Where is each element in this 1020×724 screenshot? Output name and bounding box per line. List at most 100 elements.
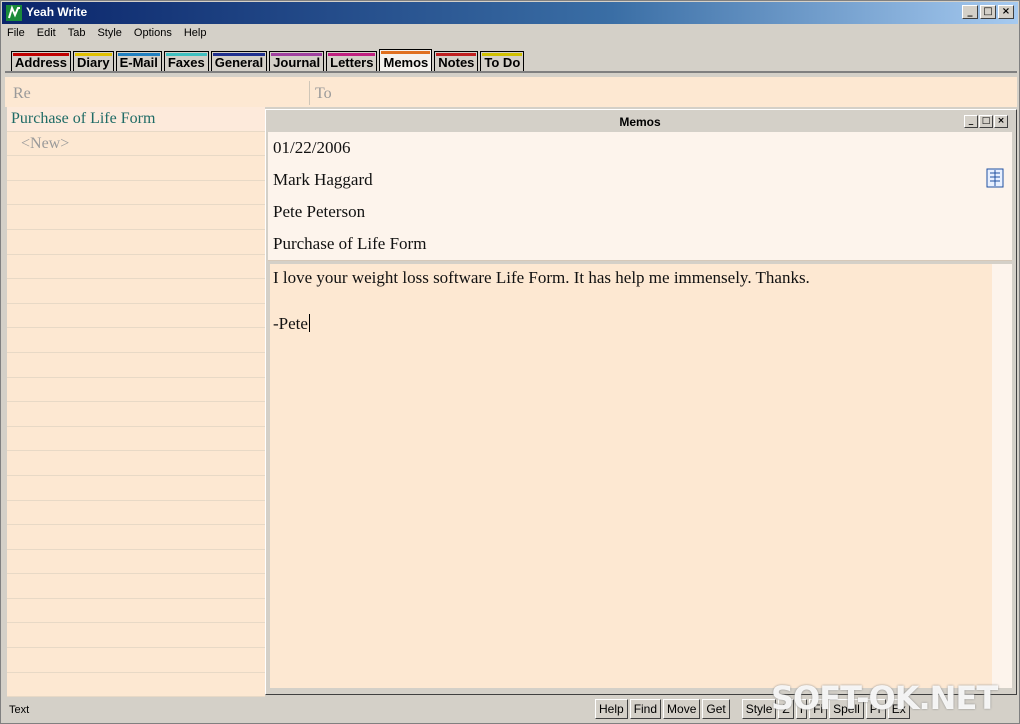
list-item-empty[interactable]: [7, 304, 265, 329]
tab-color-stripe: [212, 53, 266, 56]
column-divider[interactable]: [309, 81, 310, 105]
list-item-empty[interactable]: [7, 574, 265, 599]
fields-divider: [268, 260, 1012, 261]
child-minimize-button[interactable]: _: [964, 115, 978, 128]
tab-general[interactable]: General: [210, 51, 268, 71]
list-item-empty[interactable]: [7, 378, 265, 403]
tab-label: Journal: [273, 55, 321, 70]
list-item-empty[interactable]: [7, 476, 265, 501]
list-item-empty[interactable]: [7, 353, 265, 378]
tab-label: Memos: [383, 55, 429, 70]
tab-label: Letters: [330, 55, 374, 70]
move-button[interactable]: Move: [663, 699, 701, 719]
close-button[interactable]: ×: [998, 5, 1014, 19]
list-item-empty[interactable]: [7, 648, 265, 673]
tab-color-stripe: [436, 53, 477, 56]
list-item-new[interactable]: <New>: [7, 132, 265, 157]
tab-faxes[interactable]: Faxes: [163, 51, 209, 71]
minimize-button[interactable]: _: [962, 5, 978, 19]
help-button[interactable]: Help: [595, 699, 628, 719]
memos-title-bar[interactable]: Memos _ □ ×: [268, 112, 1012, 132]
subject-field[interactable]: Purchase of Life Form: [273, 234, 426, 254]
list-item-selected[interactable]: Purchase of Life Form: [7, 107, 265, 132]
document-list: Purchase of Life Form <New>: [7, 107, 265, 697]
tab-address[interactable]: Address: [11, 51, 72, 71]
editor-margin: [992, 264, 1012, 688]
menu-style[interactable]: Style: [97, 27, 121, 39]
menu-tab[interactable]: Tab: [68, 27, 86, 39]
menu-edit[interactable]: Edit: [37, 27, 56, 39]
tab-divider: [5, 71, 1017, 73]
child-maximize-button[interactable]: □: [979, 115, 993, 128]
tab-label: Diary: [77, 55, 110, 70]
memo-body-line: I love your weight loss software Life Fo…: [273, 268, 810, 287]
tab-diary[interactable]: Diary: [73, 51, 114, 71]
tab-color-stripe: [328, 53, 376, 56]
list-item-empty[interactable]: [7, 673, 265, 697]
list-header: Re To: [5, 77, 1017, 107]
list-item-empty[interactable]: [7, 279, 265, 304]
tab-todo[interactable]: To Do: [480, 51, 525, 71]
child-close-button[interactable]: ×: [994, 115, 1008, 128]
list-item-empty[interactable]: [7, 427, 265, 452]
address-book-icon[interactable]: [986, 168, 1004, 188]
tab-notes[interactable]: Notes: [434, 51, 479, 71]
tab-color-stripe: [13, 53, 70, 56]
tab-color-stripe: [482, 53, 523, 56]
tab-color-stripe: [271, 53, 323, 56]
menu-options[interactable]: Options: [134, 27, 172, 39]
tab-label: Address: [15, 55, 68, 70]
list-item-empty[interactable]: [7, 550, 265, 575]
memo-body-editor[interactable]: I love your weight loss software Life Fo…: [270, 264, 992, 688]
window-title: Yeah Write: [26, 5, 88, 19]
list-item-empty[interactable]: [7, 255, 265, 280]
tab-strip: Address Diary E-Mail Faxes General Journ…: [11, 49, 526, 71]
tab-memos[interactable]: Memos: [379, 49, 433, 71]
from-field[interactable]: Mark Haggard: [273, 170, 373, 190]
tab-label: To Do: [484, 55, 521, 70]
list-item-empty[interactable]: [7, 451, 265, 476]
memos-window-title: Memos: [619, 115, 661, 129]
date-field[interactable]: 01/22/2006: [273, 138, 350, 158]
tab-label: E-Mail: [119, 55, 158, 70]
menu-bar: File Edit Tab Style Options Help: [7, 27, 206, 39]
list-item-empty[interactable]: [7, 328, 265, 353]
app-window: Yeah Write _ □ × File Edit Tab Style Opt…: [0, 0, 1020, 724]
memo-header-fields: 01/22/2006 Mark Haggard Pete Peterson Pu…: [268, 132, 1012, 260]
re-column-header[interactable]: Re: [13, 85, 31, 103]
tab-color-stripe: [75, 53, 112, 56]
list-item-empty[interactable]: [7, 181, 265, 206]
menu-file[interactable]: File: [7, 27, 25, 39]
maximize-button[interactable]: □: [980, 5, 996, 19]
watermark-text: SOFT-OK.NET: [771, 679, 998, 717]
tab-label: General: [214, 55, 264, 70]
memo-signature-line: -Pete: [273, 314, 310, 334]
tab-label: Notes: [438, 55, 475, 70]
title-bar[interactable]: Yeah Write _ □ ×: [2, 2, 1018, 24]
tab-label: Faxes: [167, 55, 205, 70]
tab-color-stripe: [117, 53, 160, 56]
list-item-empty[interactable]: [7, 623, 265, 649]
menu-help[interactable]: Help: [184, 27, 207, 39]
list-item-empty[interactable]: [7, 156, 265, 181]
find-button[interactable]: Find: [629, 699, 662, 719]
text-caret: [308, 314, 310, 332]
tab-color-stripe: [165, 53, 207, 56]
list-item-empty[interactable]: [7, 501, 265, 526]
get-button[interactable]: Get: [702, 699, 730, 719]
list-item-empty[interactable]: [7, 525, 265, 550]
list-item-empty[interactable]: [7, 230, 265, 255]
to-field[interactable]: Pete Peterson: [273, 202, 365, 222]
tab-color-stripe: [381, 51, 431, 54]
app-logo-icon: [6, 5, 22, 21]
status-text: Text: [9, 704, 30, 716]
list-item-empty[interactable]: [7, 402, 265, 427]
tab-letters[interactable]: Letters: [326, 51, 378, 71]
to-column-header[interactable]: To: [315, 85, 332, 103]
tab-journal[interactable]: Journal: [269, 51, 325, 71]
memo-signature-text: -Pete: [273, 314, 308, 333]
list-item-empty[interactable]: [7, 599, 265, 624]
memos-window: Memos _ □ × 01/22/2006 Mark Haggard Pete…: [265, 109, 1017, 695]
tab-email[interactable]: E-Mail: [115, 51, 162, 71]
list-item-empty[interactable]: [7, 205, 265, 230]
